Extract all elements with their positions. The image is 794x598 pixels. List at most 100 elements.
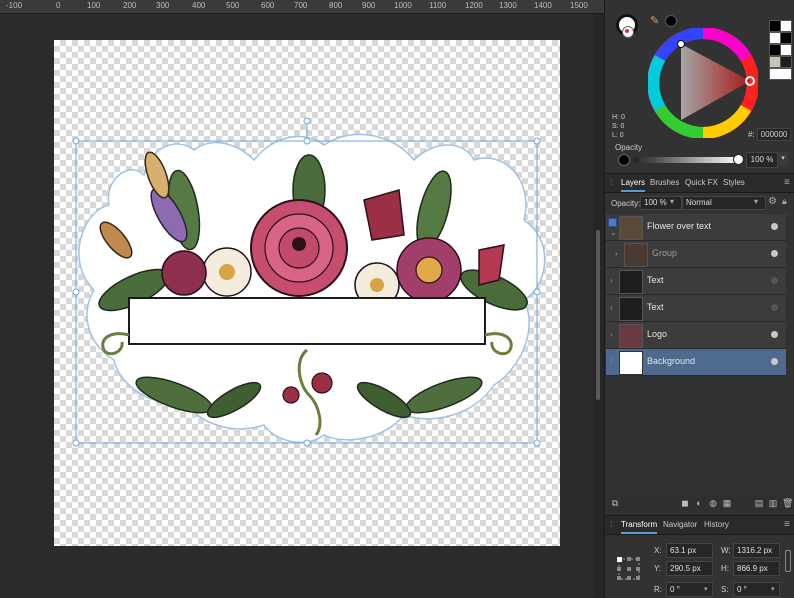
ruler-label: 900 — [362, 1, 376, 10]
tab-styles[interactable]: Styles — [723, 174, 745, 192]
y-field[interactable]: 290.5 px — [666, 561, 713, 576]
swatch[interactable] — [780, 44, 792, 56]
panel-grip-icon[interactable]: ⁞ — [610, 178, 612, 187]
tab-history[interactable]: History — [704, 516, 729, 534]
swatch[interactable] — [769, 68, 792, 80]
ruler-label: 300 — [156, 1, 170, 10]
add-group-icon[interactable]: ▥ — [768, 498, 778, 508]
chevron-down-icon[interactable]: ▾ — [771, 585, 781, 593]
swatch[interactable] — [780, 56, 792, 68]
document-canvas[interactable] — [54, 40, 560, 546]
tab-quick-fx[interactable]: Quick FX — [685, 174, 718, 192]
layer-row[interactable]: › Text — [606, 268, 786, 295]
chevron-down-icon[interactable]: ⌄ — [610, 228, 617, 237]
layer-visible-dot[interactable] — [771, 223, 778, 230]
resize-handle[interactable] — [533, 439, 541, 447]
adjustment-icon[interactable]: ◐ — [694, 498, 704, 508]
opacity-dropdown-arrow[interactable]: ▾ — [778, 152, 788, 166]
resize-handle[interactable] — [533, 288, 541, 296]
chevron-down-icon[interactable]: ▾ — [704, 585, 714, 593]
resize-handle[interactable] — [72, 288, 80, 296]
resize-handle[interactable] — [303, 439, 311, 447]
layer-thumbnail — [619, 351, 643, 375]
anchor-point-selector[interactable] — [616, 556, 642, 582]
ruler-label: 1200 — [465, 1, 483, 10]
layers-tab-bar: ⁞ Layers Brushes Quick FX Styles ≡ — [605, 173, 794, 193]
resize-handle[interactable] — [72, 439, 80, 447]
hsl-readout: H: 0 S: 0 L: 0 — [612, 113, 625, 140]
layer-visible-dot[interactable] — [771, 250, 778, 257]
layer-controls: Opacity: 100 % ▾ Normal ▾ ⚙ 🔒︎ — [606, 194, 792, 212]
tab-navigator[interactable]: Navigator — [663, 516, 697, 534]
resize-handle[interactable] — [303, 137, 311, 145]
w-label: W: — [721, 546, 731, 555]
tab-brushes[interactable]: Brushes — [650, 174, 679, 192]
layer-visible-dot[interactable] — [771, 331, 778, 338]
x-field[interactable]: 63.1 px — [666, 543, 713, 558]
canvas-workspace[interactable] — [0, 14, 604, 598]
layer-visibility-checkbox[interactable] — [608, 218, 617, 227]
layer-row-selected[interactable]: ⁞ Background — [606, 349, 786, 376]
add-layer-icon[interactable]: ▤ — [754, 498, 764, 508]
recent-swatches[interactable] — [769, 20, 792, 88]
layers-toolbar: ⧉ ◼ ◐ ◍ ▦ ▤ ▥ 🗑︎ — [606, 495, 793, 511]
layer-visible-dot[interactable] — [771, 358, 778, 365]
lock-icon[interactable]: 🔒︎ — [782, 196, 787, 207]
hex-input[interactable]: 000000 — [756, 128, 792, 141]
resize-handle[interactable] — [72, 137, 80, 145]
scrollbar-thumb[interactable] — [596, 230, 600, 400]
opacity-slider[interactable] — [633, 157, 740, 163]
layer-name: Text — [647, 275, 664, 285]
swatch[interactable] — [780, 32, 792, 44]
hex-field[interactable]: #: 000000 — [748, 128, 792, 141]
resize-handle[interactable] — [533, 137, 541, 145]
ruler-label: 400 — [192, 1, 206, 10]
width-field[interactable]: 1316.2 px — [733, 543, 780, 558]
chevron-right-icon[interactable]: › — [610, 330, 613, 339]
fx-icon[interactable]: ▦ — [722, 498, 732, 508]
ruler-label: 1100 — [429, 1, 447, 10]
panel-grip-icon[interactable]: ⁞ — [610, 520, 612, 529]
opacity-slider-knob[interactable] — [733, 154, 744, 165]
layer-opacity-field[interactable]: 100 % — [640, 196, 682, 210]
vertical-scrollbar[interactable] — [593, 14, 604, 598]
height-field[interactable]: 866.9 px — [733, 561, 780, 576]
layer-options-icon[interactable]: ⧉ — [610, 498, 620, 508]
swatch[interactable] — [780, 20, 792, 32]
layer-row[interactable]: › Text — [606, 295, 786, 322]
opacity-color-dot — [618, 154, 630, 166]
tab-transform[interactable]: Transform — [621, 516, 658, 534]
chevron-right-icon[interactable]: › — [615, 249, 618, 258]
link-icon[interactable] — [785, 550, 791, 572]
live-filter-icon[interactable]: ◍ — [708, 498, 718, 508]
ruler-label: -100 — [6, 1, 23, 10]
color-triangle-handle[interactable] — [677, 40, 685, 48]
aster-center — [415, 256, 443, 284]
layer-visible-dot[interactable] — [771, 304, 778, 311]
layer-row[interactable]: › Logo — [606, 322, 786, 349]
chevron-right-icon[interactable]: › — [610, 303, 613, 312]
eyedropper-icon[interactable]: ✎ — [650, 14, 662, 27]
logo-artwork[interactable] — [54, 40, 560, 546]
chevron-down-icon[interactable]: ▾ — [754, 197, 758, 206]
color-wheel[interactable] — [648, 28, 758, 138]
mask-icon[interactable]: ◼ — [680, 498, 690, 508]
chevron-right-icon[interactable]: › — [610, 276, 613, 285]
opacity-value-field[interactable]: 100 % — [746, 152, 778, 168]
layer-row[interactable]: › Group — [606, 241, 786, 268]
rotation-handle[interactable] — [303, 117, 311, 125]
layer-row[interactable]: ⌄ Flower over text — [606, 214, 786, 241]
r-label: R: — [654, 585, 662, 594]
delete-layer-icon[interactable]: 🗑︎ — [782, 498, 793, 508]
dark-flower — [161, 250, 207, 296]
panel-menu-icon[interactable]: ≡ — [784, 519, 790, 530]
ruler-label: 1300 — [499, 1, 517, 10]
primary-color-chip[interactable] — [665, 15, 677, 27]
tab-layers[interactable]: Layers — [621, 174, 646, 192]
layer-visible-dot[interactable] — [771, 277, 778, 284]
gear-icon[interactable]: ⚙ — [768, 196, 777, 207]
panel-menu-icon[interactable]: ≡ — [784, 177, 790, 188]
lightness-value: L: 0 — [612, 132, 624, 139]
color-picker-icon[interactable] — [616, 14, 638, 38]
chevron-down-icon[interactable]: ▾ — [670, 197, 674, 206]
